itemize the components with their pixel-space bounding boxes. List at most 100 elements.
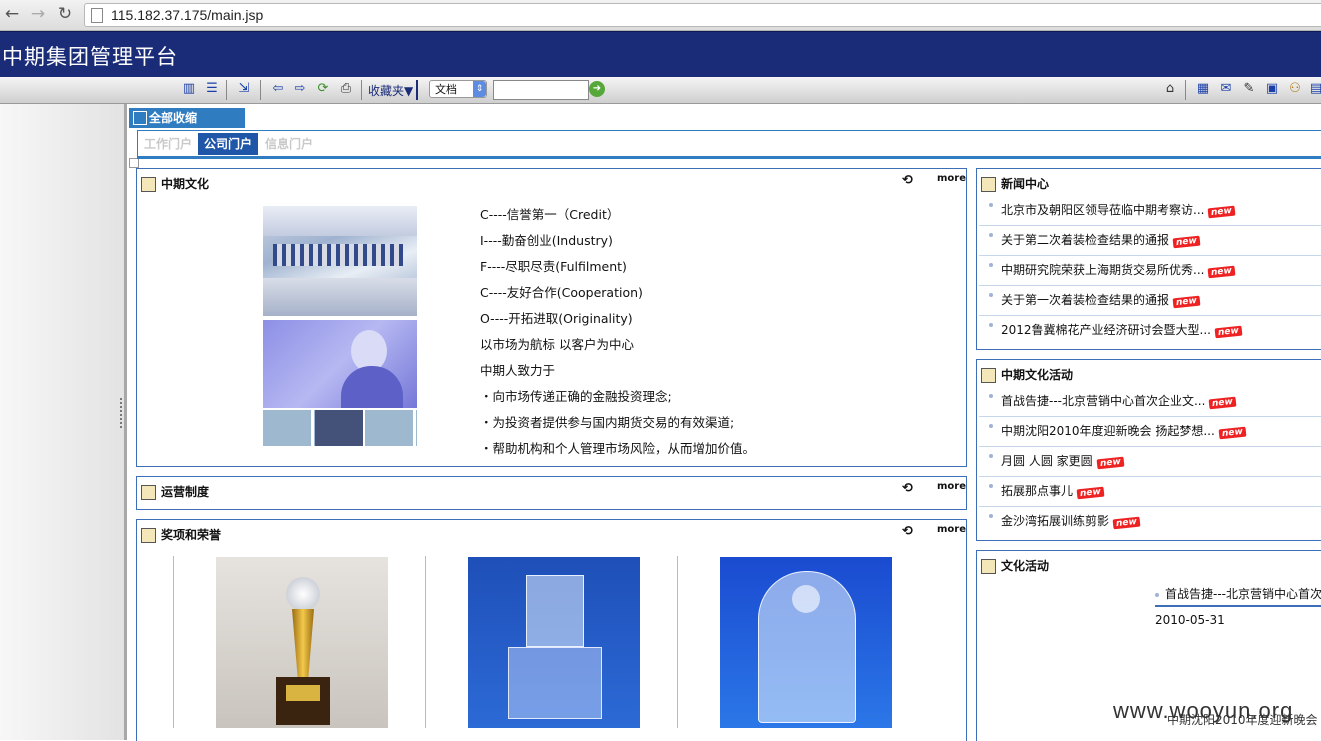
office-photo [263, 206, 417, 316]
go-arrow-icon[interactable]: ➜ [589, 81, 605, 97]
toolbar: ▥ ☰ ⇲ ⇦ ⇨ ⟳ ⎙ 收藏夹▼ 文档 ⇕ ➜ ⌂ ▦ ✉ ✎ ▣ ⚇ ▤ [0, 77, 1321, 104]
tab-company-portal[interactable]: 公司门户 [198, 133, 259, 155]
bullet-icon [1155, 592, 1159, 597]
news-link[interactable]: 北京市及朝阳区领导莅临中期考察访... [1001, 203, 1204, 217]
settings-icon[interactable]: ▤ [1308, 81, 1321, 97]
collapse-all-label: 全部收缩 [149, 111, 198, 125]
culture-line: ・帮助机构和个人管理市场风险，从而增加价值。 [480, 441, 756, 456]
reload-icon[interactable]: ↻ [55, 4, 75, 24]
url-text[interactable]: 115.182.37.175/main.jsp [111, 7, 263, 23]
back-arrow-icon[interactable]: ← [2, 4, 22, 24]
bullet-icon [989, 263, 993, 267]
bullet-icon [989, 293, 993, 297]
activities-title: 文化活动 [1001, 559, 1050, 573]
list-item[interactable]: 关于第一次着装检查结果的通报 new [979, 286, 1321, 316]
activity-link[interactable]: 拓展那点事儿 [1001, 484, 1073, 498]
watermark-text: www.wooyun.org [1113, 698, 1294, 723]
bullet-icon [989, 514, 993, 518]
team-photos [263, 410, 417, 446]
back-icon[interactable]: ⇦ [270, 81, 286, 97]
search-type-value: 文档 [435, 83, 457, 96]
activity-marquee[interactable]: 首战告捷---北京营销中心首次 [1155, 585, 1321, 607]
portlet-icon [141, 177, 156, 192]
layout-rows-icon[interactable]: ☰ [204, 81, 220, 97]
list-item[interactable]: 2012鲁冀棉花产业经济研讨会暨大型... new [979, 316, 1321, 345]
activity-link[interactable]: 首战告捷---北京营销中心首次企业文... [1001, 394, 1205, 408]
activity-link[interactable]: 月圆 人圆 家更圆 [1001, 454, 1093, 468]
layout-columns-icon[interactable]: ▥ [181, 81, 197, 97]
new-badge: new [1208, 205, 1236, 219]
new-badge: new [1096, 456, 1124, 470]
marquee-text[interactable]: 首战告捷---北京营销中心首次 [1165, 587, 1321, 601]
divider [677, 556, 678, 728]
news-link[interactable]: 关于第二次着装检查结果的通报 [1001, 233, 1169, 247]
culture-activities-title: 中期文化活动 [1001, 368, 1074, 382]
activity-link[interactable]: 金沙湾拓展训练剪影 [1001, 514, 1109, 528]
portal-tabs: 工作门户 公司门户 信息门户 [137, 130, 1321, 159]
refresh-icon[interactable]: ⟲ [902, 524, 913, 539]
portlet-icon [141, 528, 156, 543]
new-badge: new [1112, 516, 1141, 530]
exit-icon[interactable]: ⇲ [236, 81, 252, 97]
glass-award-photo[interactable] [720, 557, 892, 728]
list-item[interactable]: 金沙湾拓展训练剪影 new [979, 507, 1321, 536]
trophy-photo[interactable] [216, 557, 388, 728]
users-icon[interactable]: ⚇ [1287, 81, 1303, 97]
checkbox-icon [129, 158, 139, 168]
news-title: 新闻中心 [1001, 177, 1050, 191]
culture-line: 以市场为航标 以客户为中心 [480, 337, 634, 352]
search-type-select[interactable]: 文档 ⇕ [429, 80, 487, 98]
list-item[interactable]: 关于第二次着装检查结果的通报 new [979, 226, 1321, 256]
message-icon[interactable]: ▣ [1264, 81, 1280, 97]
new-badge: new [1208, 265, 1236, 279]
bullet-icon [989, 203, 993, 207]
home-icon[interactable]: ⌂ [1162, 81, 1178, 97]
refresh-icon[interactable]: ⟳ [315, 81, 331, 97]
list-item[interactable]: 北京市及朝阳区领导莅临中期考察访... new [979, 196, 1321, 226]
collapse-all-button[interactable]: 全部收缩 [129, 108, 245, 128]
list-item[interactable]: 首战告捷---北京营销中心首次企业文... new [979, 387, 1321, 417]
more-link[interactable]: more [937, 481, 966, 492]
list-item[interactable]: 拓展那点事儿 new [979, 477, 1321, 507]
edit-icon[interactable]: ✎ [1241, 81, 1257, 97]
address-bar[interactable]: 115.182.37.175/main.jsp [84, 3, 1321, 27]
divider [425, 556, 426, 728]
activity-link[interactable]: 中期沈阳2010年度迎新晚会 扬起梦想... [1001, 424, 1215, 438]
culture-line: ・为投资者提供参与国内期货交易的有效渠道; [480, 415, 735, 430]
tab-work-portal[interactable]: 工作门户 [138, 133, 198, 155]
favorites-menu[interactable]: 收藏夹▼ [368, 82, 413, 99]
browser-toolbar: ← → ↻ 115.182.37.175/main.jsp [0, 0, 1321, 31]
refresh-icon[interactable]: ⟲ [902, 481, 913, 496]
app-title: 中期集团管理平台 [2, 45, 178, 69]
collapse-icon [133, 111, 147, 125]
bullet-icon [989, 394, 993, 398]
bullet-icon [989, 484, 993, 488]
awards-title: 奖项和荣誉 [161, 528, 222, 542]
print-icon[interactable]: ⎙ [338, 81, 354, 97]
calendar-icon[interactable]: ▦ [1195, 81, 1211, 97]
service-photo [263, 320, 417, 408]
refresh-icon[interactable]: ⟲ [902, 173, 913, 188]
panel-resize-handle[interactable] [120, 398, 126, 428]
search-input[interactable] [493, 80, 589, 100]
culture-title: 中期文化 [161, 177, 210, 191]
news-link[interactable]: 关于第一次着装检查结果的通报 [1001, 293, 1169, 307]
forward-arrow-icon[interactable]: → [28, 4, 48, 24]
culture-line: ・向市场传递正确的金融投资理念; [480, 389, 672, 404]
news-link[interactable]: 2012鲁冀棉花产业经济研讨会暨大型... [1001, 323, 1211, 337]
bullet-icon [989, 323, 993, 327]
news-link[interactable]: 中期研究院荣获上海期货交易所优秀... [1001, 263, 1204, 277]
forward-icon[interactable]: ⇨ [292, 81, 308, 97]
activity-date: 2010-05-31 [1155, 613, 1225, 627]
mail-icon[interactable]: ✉ [1218, 81, 1234, 97]
list-item[interactable]: 中期研究院荣获上海期货交易所优秀... new [979, 256, 1321, 286]
left-panel [0, 104, 127, 740]
culture-line: O----开拓进取(Originality) [480, 311, 633, 326]
tab-info-portal[interactable]: 信息门户 [259, 133, 319, 155]
crystal-award-photo[interactable] [468, 557, 640, 728]
list-item[interactable]: 中期沈阳2010年度迎新晚会 扬起梦想... new [979, 417, 1321, 447]
more-link[interactable]: more [937, 524, 966, 535]
more-link[interactable]: more [937, 173, 966, 184]
operations-portlet: 运营制度 ⟲ more [136, 476, 967, 510]
list-item[interactable]: 月圆 人圆 家更圆 new [979, 447, 1321, 477]
